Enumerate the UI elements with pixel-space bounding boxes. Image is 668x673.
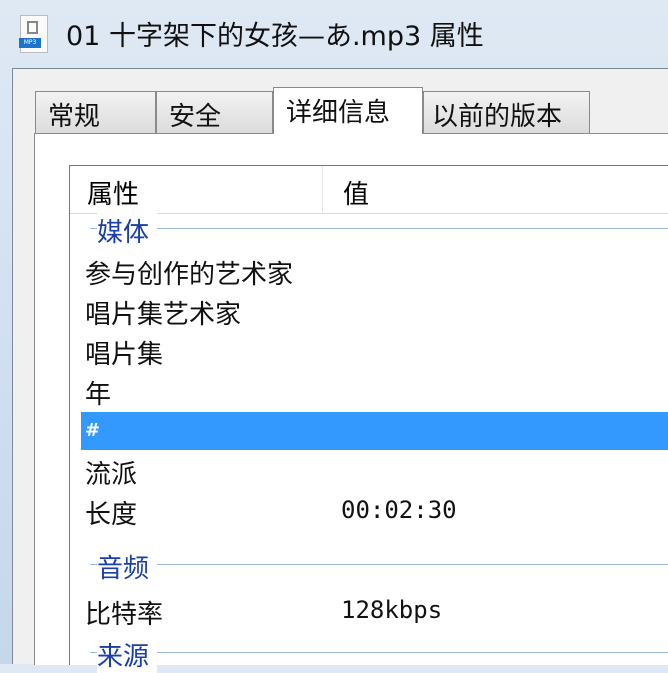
list-item[interactable]: 唱片集艺术家 [70, 290, 668, 330]
details-panel: 属性 值 媒体 参与创作的艺术家 唱片集艺术家 唱片集 年 # 流派 长度 00:… [34, 133, 668, 673]
tab-general[interactable]: 常规 [35, 91, 156, 133]
column-separator[interactable] [322, 166, 323, 214]
list-item[interactable]: 比特率 128kbps [70, 590, 668, 630]
group-audio: 音频 [70, 548, 668, 585]
group-media: 媒体 [70, 212, 668, 249]
tab-security[interactable]: 安全 [156, 91, 273, 133]
list-item[interactable]: 参与创作的艺术家 [70, 250, 668, 290]
list-header: 属性 值 [70, 166, 668, 214]
column-header-value[interactable]: 值 [343, 174, 369, 211]
tab-previous-versions[interactable]: 以前的版本 [423, 91, 590, 133]
group-origin: 来源 [70, 636, 668, 673]
window-title: 01 十字架下的女孩—あ.mp3 属性 [66, 21, 484, 52]
column-header-property[interactable]: 属性 [87, 174, 139, 211]
list-item[interactable]: 流派 [70, 450, 668, 490]
list-item[interactable]: 年 [70, 370, 668, 410]
list-item[interactable]: 长度 00:02:30 [70, 490, 668, 530]
list-item[interactable]: 唱片集 [70, 330, 668, 370]
property-list[interactable]: 属性 值 媒体 参与创作的艺术家 唱片集艺术家 唱片集 年 # 流派 长度 00:… [69, 165, 668, 673]
title-bar: MP3 01 十字架下的女孩—あ.mp3 属性 [19, 14, 484, 53]
tab-details[interactable]: 详细信息 [273, 87, 423, 134]
list-item-selected[interactable]: # [81, 412, 668, 450]
properties-dialog: 常规 安全 详细信息 以前的版本 属性 值 媒体 参与创作的艺术家 唱片集艺术家… [12, 68, 668, 673]
mp3-file-icon: MP3 [19, 14, 48, 53]
